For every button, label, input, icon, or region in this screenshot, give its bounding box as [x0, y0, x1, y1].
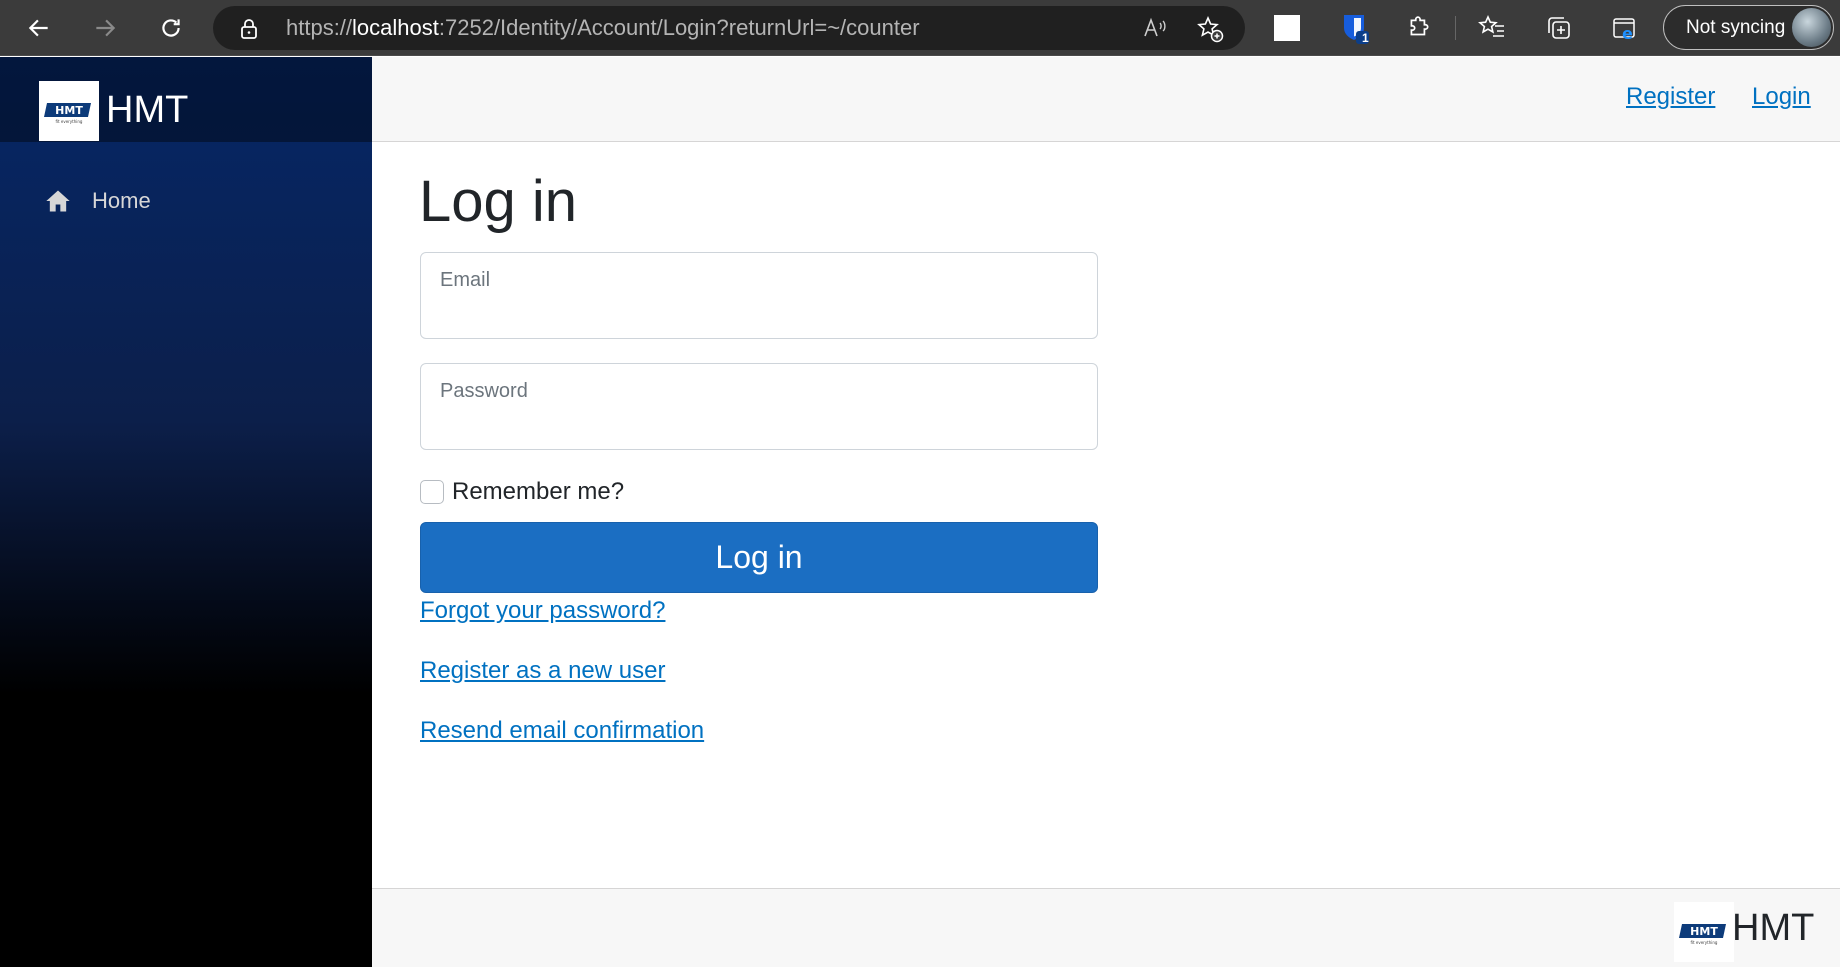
ie-mode-icon: e	[1613, 18, 1635, 42]
browser-toolbar: https://localhost:7252/Identity/Account/…	[0, 0, 1840, 56]
footer: HMT fit everything HMT	[372, 888, 1840, 967]
brand-title[interactable]: HMT	[106, 84, 188, 136]
password-label: Password	[440, 380, 528, 402]
profile-avatar	[1792, 8, 1831, 47]
hmt-logo-icon: HMT fit everything	[1679, 924, 1726, 945]
extensions-button[interactable]	[1403, 12, 1435, 44]
extension-square-button[interactable]	[1271, 12, 1303, 44]
register-link[interactable]: Register	[1626, 83, 1715, 111]
back-icon	[28, 19, 48, 37]
register-new-user-link[interactable]: Register as a new user	[420, 657, 665, 685]
login-submit-button[interactable]: Log in	[420, 522, 1098, 593]
extensions-icon	[1410, 16, 1429, 36]
extension-square-icon	[1274, 15, 1300, 41]
add-favorite-icon[interactable]	[1196, 15, 1224, 43]
password-input[interactable]	[439, 411, 1079, 439]
sidebar: HMT fit everything HMT Home	[0, 57, 372, 967]
favorites-button[interactable]	[1476, 12, 1508, 44]
email-label: Email	[440, 269, 491, 291]
url-host: localhost	[352, 15, 439, 40]
svg-text:e: e	[1622, 24, 1633, 42]
footer-logo-tagline: fit everything	[1691, 940, 1718, 945]
footer-logo: HMT fit everything	[1674, 902, 1734, 962]
extension-badge: 1	[1362, 31, 1369, 45]
favorites-icon	[1478, 15, 1504, 37]
hmt-logo-icon: HMT fit everything	[44, 103, 91, 124]
refresh-icon	[162, 19, 180, 37]
logo-tagline: fit everything	[56, 119, 83, 124]
footer-brand: HMT	[1732, 907, 1815, 949]
home-icon	[46, 190, 70, 212]
sync-status: Not syncing	[1686, 17, 1786, 38]
read-aloud-icon[interactable]	[1143, 17, 1169, 39]
toolbar-divider	[1455, 16, 1456, 40]
page-title: Log in	[419, 169, 578, 234]
sidebar-header: HMT fit everything HMT	[0, 57, 372, 142]
refresh-button[interactable]	[152, 9, 190, 47]
remember-me[interactable]: Remember me?	[420, 478, 624, 506]
collections-button[interactable]	[1543, 12, 1575, 44]
collections-icon	[1548, 17, 1570, 39]
remember-me-label[interactable]: Remember me?	[452, 478, 624, 506]
bitwarden-button[interactable]: 1	[1339, 12, 1371, 45]
hmt-logo[interactable]: HMT fit everything	[39, 81, 99, 141]
logo-text: HMT	[55, 104, 83, 117]
password-field[interactable]: Password	[420, 363, 1098, 450]
ie-mode-button[interactable]: e	[1609, 12, 1641, 44]
url-prefix: https://	[286, 15, 353, 40]
email-field[interactable]: Email	[420, 252, 1098, 339]
profile-sync-button[interactable]: Not syncing	[1663, 5, 1834, 50]
footer-logo-text: HMT	[1690, 925, 1718, 938]
forgot-password-link[interactable]: Forgot your password?	[420, 597, 665, 625]
back-button[interactable]	[20, 9, 58, 47]
lock-icon[interactable]	[239, 18, 259, 40]
url-text[interactable]: https://localhost:7252/Identity/Account/…	[286, 6, 920, 50]
remember-me-checkbox[interactable]	[420, 480, 444, 504]
url-rest: :7252/Identity/Account/Login?returnUrl=~…	[438, 15, 920, 40]
forward-button[interactable]	[86, 9, 124, 47]
top-row: Register Login	[372, 57, 1840, 142]
forward-icon	[96, 19, 116, 37]
login-link[interactable]: Login	[1752, 83, 1811, 111]
sidebar-item-home[interactable]: Home	[30, 177, 350, 225]
email-input[interactable]	[439, 300, 1079, 328]
resend-confirmation-link[interactable]: Resend email confirmation	[420, 717, 704, 745]
sidebar-item-label: Home	[92, 188, 151, 213]
address-bar[interactable]: https://localhost:7252/Identity/Account/…	[213, 6, 1245, 50]
